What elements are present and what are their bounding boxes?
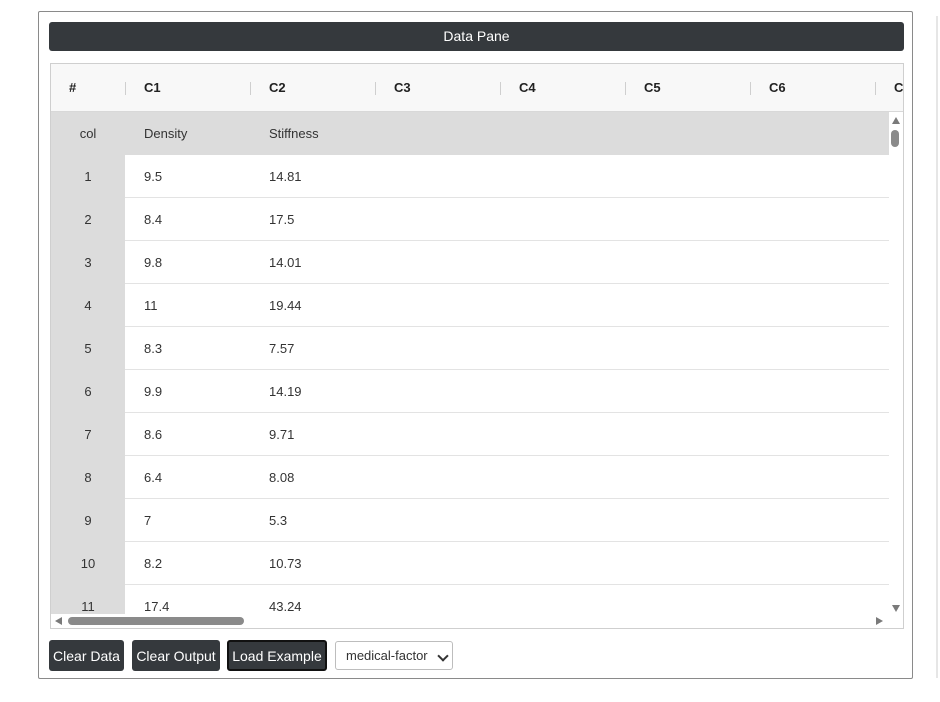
- pane-title: Data Pane: [49, 22, 904, 51]
- table-row: 2 8.4 17.5: [51, 198, 889, 241]
- column-header-c6[interactable]: C6: [769, 64, 786, 112]
- grid-cell[interactable]: 8.4: [144, 198, 162, 241]
- grid-cell[interactable]: 8.2: [144, 542, 162, 585]
- column-separator: [375, 82, 376, 95]
- grid-cell[interactable]: Stiffness: [269, 112, 319, 155]
- grid-cell[interactable]: 7: [144, 499, 151, 542]
- column-header-row: # C1 C2 C3 C4 C5 C6 C7: [51, 64, 903, 112]
- grid-cell[interactable]: Density: [144, 112, 187, 155]
- grid-cell[interactable]: 11: [144, 284, 158, 327]
- grid-cell[interactable]: 8.3: [144, 327, 162, 370]
- row-index: 11: [51, 585, 125, 614]
- grid-cell[interactable]: 8.6: [144, 413, 162, 456]
- index-column-header: #: [69, 80, 77, 95]
- grid-cell[interactable]: 19.44: [269, 284, 302, 327]
- vertical-scroll-thumb[interactable]: [891, 130, 899, 147]
- column-header-c3[interactable]: C3: [394, 64, 411, 112]
- column-header-c4[interactable]: C4: [519, 64, 536, 112]
- column-separator: [500, 82, 501, 95]
- grid-cell[interactable]: 10.73: [269, 542, 302, 585]
- column-separator: [125, 82, 126, 95]
- clear-output-button[interactable]: Clear Output: [132, 640, 220, 671]
- grid-cell[interactable]: 9.71: [269, 413, 294, 456]
- data-pane-panel: Data Pane # C1 C2 C3 C4 C5 C6 C7 col Den…: [38, 11, 913, 679]
- grid-cell[interactable]: 7.57: [269, 327, 294, 370]
- row-index: 1: [51, 155, 125, 198]
- column-header-c2[interactable]: C2: [269, 64, 286, 112]
- grid-cell[interactable]: 14.81: [269, 155, 302, 198]
- grid-cell[interactable]: 17.5: [269, 198, 294, 241]
- data-grid[interactable]: # C1 C2 C3 C4 C5 C6 C7 col Density Stiff…: [50, 63, 904, 629]
- triangle-down-icon[interactable]: [892, 605, 900, 612]
- column-separator: [625, 82, 626, 95]
- grid-cell[interactable]: 9.9: [144, 370, 162, 413]
- horizontal-scroll-thumb[interactable]: [68, 617, 244, 625]
- grid-cell[interactable]: 14.19: [269, 370, 302, 413]
- row-index: 2: [51, 198, 125, 241]
- grid-body: col Density Stiffness 1 9.5 14.81 2 8.4 …: [51, 112, 889, 614]
- row-index: 8: [51, 456, 125, 499]
- table-row: 11 17.4 43.24: [51, 585, 889, 614]
- row-index: col: [51, 112, 125, 155]
- column-separator: [875, 82, 876, 95]
- table-row: 7 8.6 9.71: [51, 413, 889, 456]
- row-index: 3: [51, 241, 125, 284]
- triangle-right-icon[interactable]: [876, 617, 883, 625]
- grid-cell[interactable]: 6.4: [144, 456, 162, 499]
- row-index: 4: [51, 284, 125, 327]
- table-row: 9 7 5.3: [51, 499, 889, 542]
- column-header-c5[interactable]: C5: [644, 64, 661, 112]
- grid-cell[interactable]: 14.01: [269, 241, 302, 284]
- chevron-down-icon: [437, 650, 449, 662]
- column-name-row: col Density Stiffness: [51, 112, 889, 155]
- triangle-left-icon[interactable]: [55, 617, 62, 625]
- grid-cell[interactable]: 17.4: [144, 585, 169, 614]
- column-separator: [750, 82, 751, 95]
- table-row: 6 9.9 14.19: [51, 370, 889, 413]
- column-header-c1[interactable]: C1: [144, 64, 161, 112]
- clear-data-button[interactable]: Clear Data: [49, 640, 124, 671]
- table-row: 4 11 19.44: [51, 284, 889, 327]
- table-row: 3 9.8 14.01: [51, 241, 889, 284]
- table-row: 8 6.4 8.08: [51, 456, 889, 499]
- grid-cell[interactable]: 9.8: [144, 241, 162, 284]
- vertical-scrollbar[interactable]: [889, 112, 903, 614]
- grid-cell[interactable]: 5.3: [269, 499, 287, 542]
- load-example-button[interactable]: Load Example: [227, 640, 327, 671]
- column-header-c7[interactable]: C7: [894, 64, 903, 112]
- window-edge-divider: [936, 16, 938, 678]
- example-select[interactable]: medical-factor: [335, 641, 453, 670]
- row-index: 9: [51, 499, 125, 542]
- row-index: 6: [51, 370, 125, 413]
- example-select-value: medical-factor: [346, 648, 428, 663]
- grid-cell[interactable]: 43.24: [269, 585, 302, 614]
- row-index: 5: [51, 327, 125, 370]
- triangle-up-icon[interactable]: [892, 117, 900, 124]
- table-row: 5 8.3 7.57: [51, 327, 889, 370]
- row-index: 10: [51, 542, 125, 585]
- row-index: 7: [51, 413, 125, 456]
- column-separator: [250, 82, 251, 95]
- table-row: 1 9.5 14.81: [51, 155, 889, 198]
- grid-cell[interactable]: 8.08: [269, 456, 294, 499]
- grid-cell[interactable]: 9.5: [144, 155, 162, 198]
- table-row: 10 8.2 10.73: [51, 542, 889, 585]
- horizontal-scrollbar[interactable]: [51, 614, 903, 628]
